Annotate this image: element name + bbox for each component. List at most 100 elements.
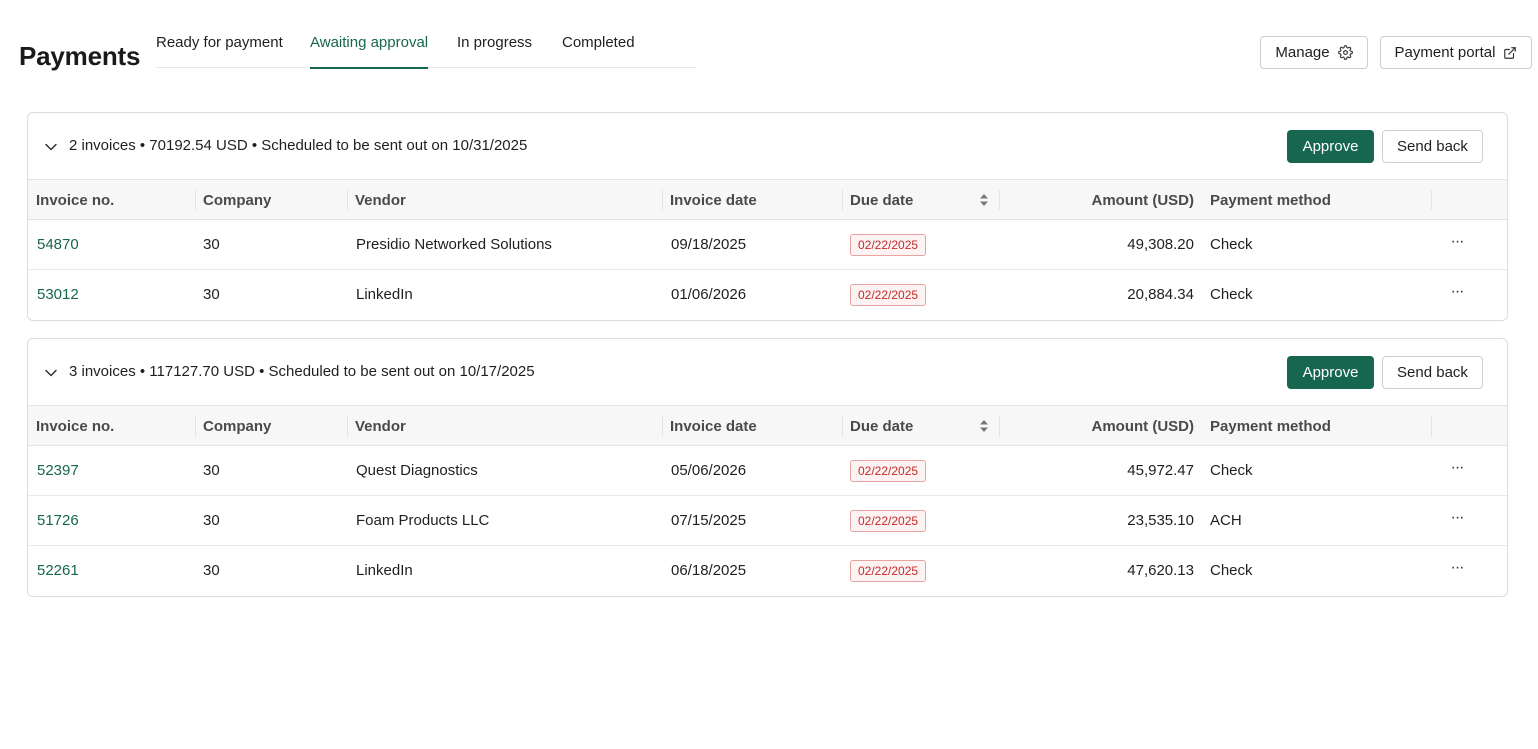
due-date-badge: 02/22/2025 <box>850 510 927 532</box>
column-divider <box>195 190 196 210</box>
column-divider <box>195 416 196 436</box>
payment-method-cell: Check <box>1210 562 1253 579</box>
column-divider <box>999 190 1000 210</box>
column-company[interactable]: Company <box>203 418 271 435</box>
column-payment-method[interactable]: Payment method <box>1210 192 1331 209</box>
column-divider <box>347 190 348 210</box>
table-row: 52261 30 LinkedIn 06/18/2025 02/22/2025 … <box>28 546 1507 596</box>
approve-button[interactable]: Approve <box>1287 130 1374 163</box>
more-actions-icon[interactable]: ··· <box>1446 458 1468 480</box>
gear-icon <box>1337 45 1353 60</box>
group-header: 3 invoices • 117127.70 USD • Scheduled t… <box>28 339 1507 406</box>
tab-ready-for-payment[interactable]: Ready for payment <box>156 34 283 68</box>
amount-cell: 23,535.10 <box>1127 512 1194 529</box>
column-amount[interactable]: Amount (USD) <box>1092 192 1194 209</box>
group-header: 2 invoices • 70192.54 USD • Scheduled to… <box>28 113 1507 180</box>
column-payment-method[interactable]: Payment method <box>1210 418 1331 435</box>
vendor-cell: Presidio Networked Solutions <box>356 236 552 253</box>
amount-cell: 20,884.34 <box>1127 286 1194 303</box>
column-invoice-no[interactable]: Invoice no. <box>36 418 114 435</box>
invoice-link[interactable]: 53012 <box>37 286 79 303</box>
column-invoice-date[interactable]: Invoice date <box>670 418 757 435</box>
amount-cell: 47,620.13 <box>1127 562 1194 579</box>
vendor-cell: LinkedIn <box>356 562 413 579</box>
due-date-badge: 02/22/2025 <box>850 234 927 256</box>
chevron-down-icon[interactable] <box>44 140 58 154</box>
more-actions-icon[interactable]: ··· <box>1446 232 1468 254</box>
column-divider <box>999 416 1000 436</box>
column-amount[interactable]: Amount (USD) <box>1092 418 1194 435</box>
due-date-badge: 02/22/2025 <box>850 284 927 306</box>
column-vendor[interactable]: Vendor <box>355 418 406 435</box>
table-row: 54870 30 Presidio Networked Solutions 09… <box>28 220 1507 270</box>
column-divider <box>662 190 663 210</box>
page-header: Payments Ready for payment Awaiting appr… <box>0 0 1538 90</box>
invoice-date-cell: 07/15/2025 <box>671 512 747 529</box>
invoice-link[interactable]: 54870 <box>37 236 79 253</box>
invoice-date-cell: 06/18/2025 <box>671 562 747 579</box>
table-header: Invoice no. Company Vendor Invoice date … <box>28 406 1507 446</box>
manage-button-label: Manage <box>1275 44 1330 61</box>
more-actions-icon[interactable]: ··· <box>1446 282 1468 304</box>
invoice-date-cell: 05/06/2026 <box>671 462 747 479</box>
approve-button[interactable]: Approve <box>1287 356 1374 389</box>
chevron-down-icon[interactable] <box>44 366 58 380</box>
table-row: 53012 30 LinkedIn 01/06/2026 02/22/2025 … <box>28 270 1507 320</box>
vendor-cell: LinkedIn <box>356 286 413 303</box>
payment-group: 3 invoices • 117127.70 USD • Scheduled t… <box>27 338 1508 597</box>
invoice-link[interactable]: 52397 <box>37 462 79 479</box>
column-divider <box>347 416 348 436</box>
tab-in-progress[interactable]: In progress <box>457 34 532 68</box>
page-title: Payments <box>19 41 141 71</box>
send-back-button[interactable]: Send back <box>1382 130 1483 163</box>
table-row: 51726 30 Foam Products LLC 07/15/2025 02… <box>28 496 1507 546</box>
column-company[interactable]: Company <box>203 192 271 209</box>
due-date-badge: 02/22/2025 <box>850 560 927 582</box>
sort-icon[interactable] <box>979 193 989 212</box>
more-actions-icon[interactable]: ··· <box>1446 508 1468 530</box>
amount-cell: 45,972.47 <box>1127 462 1194 479</box>
payment-portal-button[interactable]: Payment portal <box>1380 36 1532 69</box>
due-date-badge: 02/22/2025 <box>850 460 927 482</box>
column-invoice-date[interactable]: Invoice date <box>670 192 757 209</box>
vendor-cell: Foam Products LLC <box>356 512 490 529</box>
payment-method-cell: Check <box>1210 462 1253 479</box>
external-link-icon <box>1503 46 1517 60</box>
table-header: Invoice no. Company Vendor Invoice date … <box>28 180 1507 220</box>
payment-portal-button-label: Payment portal <box>1394 44 1496 61</box>
sort-icon[interactable] <box>979 419 989 438</box>
company-cell: 30 <box>203 236 220 253</box>
column-divider <box>842 416 843 436</box>
status-tabs: Ready for payment Awaiting approval In p… <box>156 0 696 69</box>
payment-method-cell: Check <box>1210 286 1253 303</box>
payments-page: Payments Ready for payment Awaiting appr… <box>0 0 1538 749</box>
column-vendor[interactable]: Vendor <box>355 192 406 209</box>
payment-method-cell: ACH <box>1210 512 1242 529</box>
vendor-cell: Quest Diagnostics <box>356 462 478 479</box>
column-divider <box>1431 416 1432 436</box>
payment-method-cell: Check <box>1210 236 1253 253</box>
invoice-link[interactable]: 52261 <box>37 562 79 579</box>
invoice-date-cell: 09/18/2025 <box>671 236 747 253</box>
column-invoice-no[interactable]: Invoice no. <box>36 192 114 209</box>
group-summary: 2 invoices • 70192.54 USD • Scheduled to… <box>69 137 528 154</box>
company-cell: 30 <box>203 562 220 579</box>
company-cell: 30 <box>203 286 220 303</box>
more-actions-icon[interactable]: ··· <box>1446 558 1468 580</box>
payment-group: 2 invoices • 70192.54 USD • Scheduled to… <box>27 112 1508 321</box>
manage-button[interactable]: Manage <box>1260 36 1368 69</box>
tab-awaiting-approval[interactable]: Awaiting approval <box>310 34 429 69</box>
column-divider <box>842 190 843 210</box>
table-row: 52397 30 Quest Diagnostics 05/06/2026 02… <box>28 446 1507 496</box>
invoice-link[interactable]: 51726 <box>37 512 79 529</box>
group-summary: 3 invoices • 117127.70 USD • Scheduled t… <box>69 363 535 380</box>
column-divider <box>662 416 663 436</box>
company-cell: 30 <box>203 462 220 479</box>
company-cell: 30 <box>203 512 220 529</box>
column-due-date[interactable]: Due date <box>850 418 913 435</box>
column-divider <box>1431 190 1432 210</box>
amount-cell: 49,308.20 <box>1127 236 1194 253</box>
column-due-date[interactable]: Due date <box>850 192 913 209</box>
send-back-button[interactable]: Send back <box>1382 356 1483 389</box>
tab-completed[interactable]: Completed <box>562 34 635 68</box>
